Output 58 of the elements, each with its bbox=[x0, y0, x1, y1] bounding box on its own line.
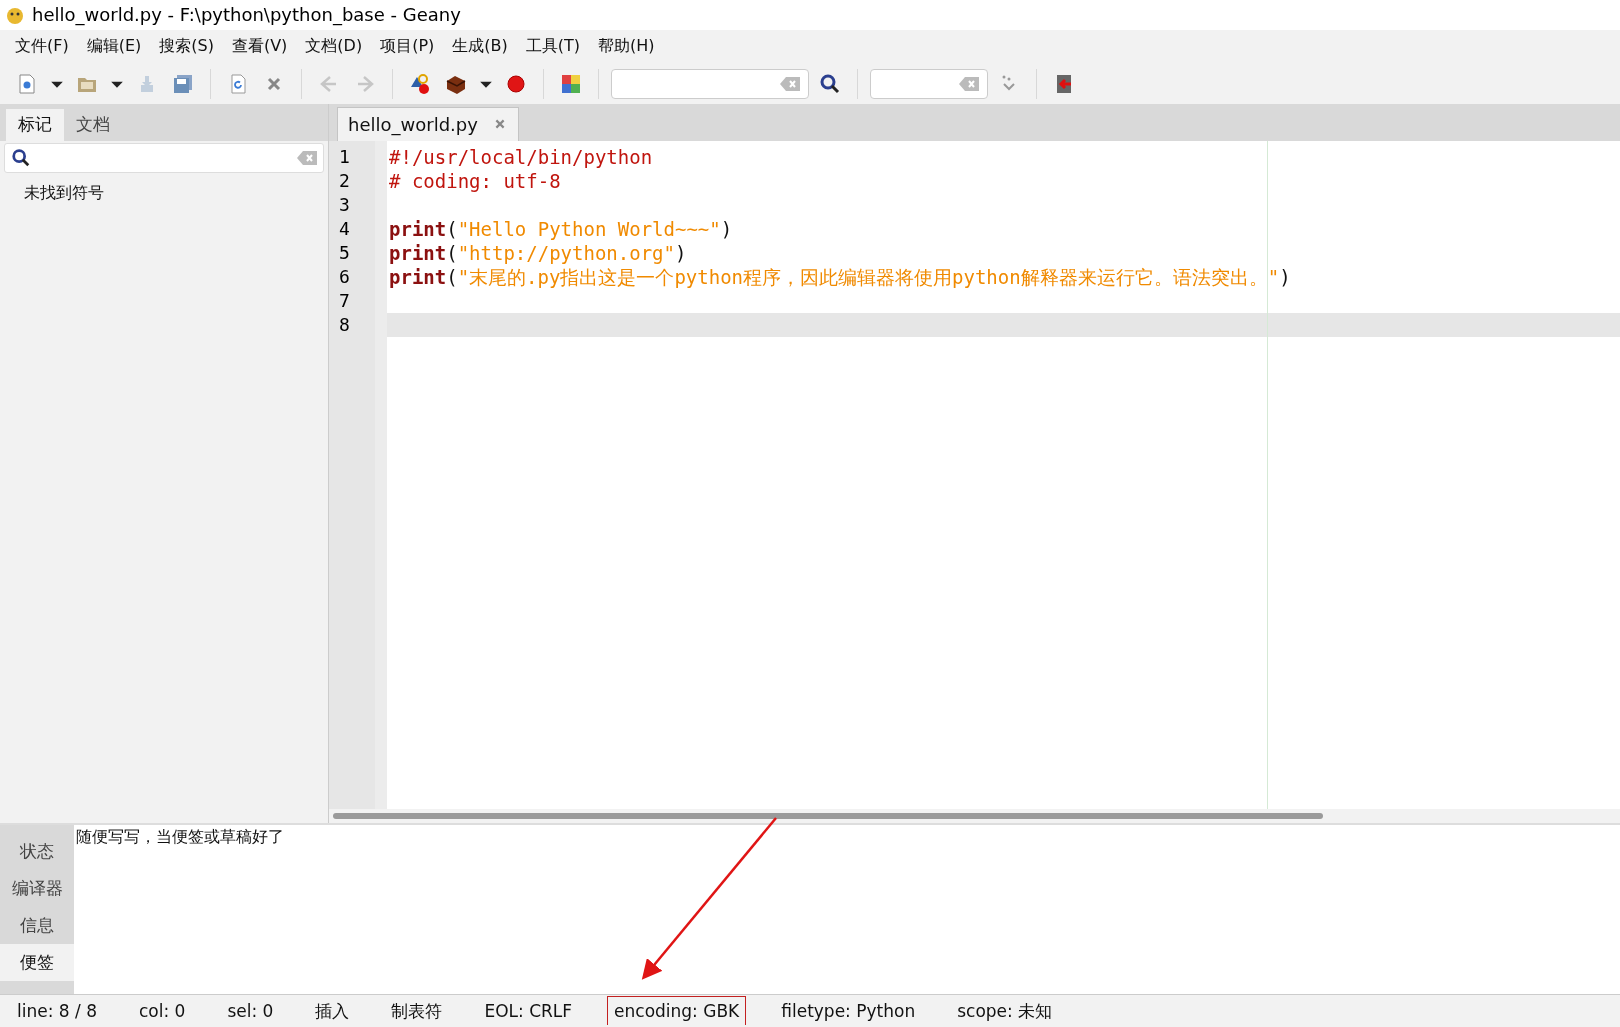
line-number: 3 bbox=[338, 192, 351, 217]
line-number: 5 bbox=[338, 240, 351, 265]
code-line: print("Hello Python World~~~") bbox=[388, 216, 734, 241]
menu-item[interactable]: 文档(D) bbox=[296, 36, 372, 58]
status-item: line: 8 / 8 bbox=[16, 1000, 98, 1024]
status-item: col: 0 bbox=[138, 1000, 187, 1024]
editor-tab[interactable]: hello_world.py bbox=[337, 106, 519, 141]
sidebar-tab[interactable]: 文档 bbox=[64, 108, 122, 141]
status-item: scope: 未知 bbox=[956, 1000, 1054, 1023]
menu-item[interactable]: 工具(T) bbox=[516, 36, 590, 58]
goto-line-field[interactable] bbox=[870, 68, 988, 99]
menu-item[interactable]: 查看(V) bbox=[222, 36, 297, 58]
compile-icon[interactable] bbox=[409, 72, 431, 95]
line-number: 1 bbox=[338, 144, 351, 169]
note-text: 随便写写，当便签或草稿好了 bbox=[76, 826, 284, 846]
panel-tab[interactable]: 信息 bbox=[0, 906, 74, 944]
clear-icon[interactable] bbox=[959, 76, 979, 91]
status-item: 插入 bbox=[314, 1000, 351, 1023]
search-icon[interactable] bbox=[11, 147, 31, 168]
clear-icon[interactable] bbox=[297, 150, 317, 165]
code-editor[interactable]: 1 2 3 4 5 6 7 8 #!/usr/local/bin/python # coding: utf-8 print("Hello Python World~~~") print("http://python.org") print("末尾的.py指出这是一个python程序，因此编辑器将使用python解释器来运行它。语法突出。") bbox=[329, 140, 1620, 809]
line-number: 4 bbox=[338, 216, 351, 241]
status-item: EOL: CRLF bbox=[483, 1000, 574, 1024]
code-line: print("http://python.org") bbox=[388, 240, 688, 265]
clear-icon[interactable] bbox=[780, 76, 800, 91]
new-file-icon[interactable] bbox=[16, 72, 38, 95]
search-field[interactable] bbox=[611, 68, 809, 99]
code-line: #!/usr/local/bin/python bbox=[388, 144, 654, 169]
line-number: 8 bbox=[338, 312, 351, 337]
color-chooser-icon[interactable] bbox=[560, 72, 582, 95]
window-title: hello_world.py - F:\python\python_base - Geany bbox=[32, 4, 461, 26]
stop-icon[interactable] bbox=[505, 72, 527, 95]
menu-item[interactable]: 项目(P) bbox=[371, 36, 444, 58]
search-icon[interactable] bbox=[819, 72, 841, 95]
panel-tab[interactable]: 便签 bbox=[0, 943, 74, 981]
line-number: 2 bbox=[338, 168, 351, 193]
status-item: sel: 0 bbox=[226, 1000, 275, 1024]
tab-label: hello_world.py bbox=[348, 113, 478, 135]
menu-item[interactable]: 帮助(H) bbox=[589, 36, 664, 58]
status-item: 制表符 bbox=[390, 1000, 444, 1023]
status-item: encoding: GBK bbox=[607, 996, 747, 1026]
line-number: 6 bbox=[338, 264, 351, 289]
save-all-icon[interactable] bbox=[172, 72, 194, 95]
panel-tab[interactable]: 编译器 bbox=[0, 869, 74, 907]
scrollbar-thumb[interactable] bbox=[333, 812, 1323, 819]
symbol-search-field[interactable] bbox=[4, 142, 324, 173]
symbol-list-message: 未找到符号 bbox=[24, 182, 105, 204]
menu-item[interactable]: 文件(F) bbox=[6, 36, 78, 58]
line-number: 7 bbox=[338, 288, 351, 313]
code-line: print("末尾的.py指出这是一个python程序，因此编辑器将使用python解释器来运行它。语法突出。") bbox=[388, 264, 1292, 289]
notes-panel[interactable]: 随便写写，当便签或草稿好了 bbox=[74, 824, 1620, 994]
status-item: filetype: Python bbox=[780, 1000, 917, 1024]
menu-item[interactable]: 搜索(S) bbox=[150, 36, 223, 58]
code-line: # coding: utf-8 bbox=[388, 168, 562, 193]
menu-item[interactable]: 编辑(E) bbox=[77, 36, 151, 58]
menu-item[interactable]: 生成(B) bbox=[443, 36, 517, 58]
sidebar-tab[interactable]: 标记 bbox=[6, 108, 64, 141]
panel-tab[interactable]: 状态 bbox=[0, 832, 74, 870]
